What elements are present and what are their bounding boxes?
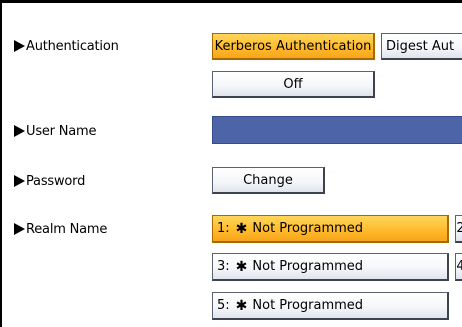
realm-item-text: Not Programmed (252, 298, 364, 313)
realm-name-row-label: Realm Name (14, 219, 107, 239)
realm-item-5-button[interactable]: 5: ✱ Not Programmed (212, 292, 449, 320)
asterisk-icon: ✱ (235, 258, 248, 275)
authentication-off-button[interactable]: Off (212, 71, 375, 98)
asterisk-icon: ✱ (235, 297, 248, 314)
arrow-icon (14, 223, 25, 235)
realm-item-2-button[interactable]: 2 (455, 215, 462, 243)
realm-item-number: 5: (217, 298, 230, 313)
realm-item-1-button[interactable]: 1: ✱ Not Programmed (212, 215, 449, 243)
authentication-label: Authentication (26, 38, 119, 54)
realm-item-2-glyph: 2 (456, 221, 462, 236)
password-change-button[interactable]: Change (212, 167, 325, 194)
user-name-label: User Name (26, 123, 97, 139)
arrow-icon (14, 175, 25, 187)
authentication-row-label: Authentication (14, 36, 119, 56)
arrow-icon (14, 125, 25, 137)
realm-item-4-glyph: 4 (456, 259, 462, 274)
kerberos-authentication-button[interactable]: Kerberos Authentication (212, 33, 375, 60)
digest-authentication-button[interactable]: Digest Aut (381, 33, 462, 60)
window-left-border (0, 0, 2, 327)
user-name-row-label: User Name (14, 121, 97, 141)
realm-item-4-button[interactable]: 4 (455, 253, 462, 281)
realm-item-number: 1: (217, 221, 230, 236)
realm-name-label: Realm Name (26, 221, 108, 237)
window-top-border (0, 0, 462, 3)
password-label: Password (26, 173, 86, 189)
user-name-field[interactable] (212, 116, 462, 144)
arrow-icon (14, 40, 25, 52)
realm-item-text: Not Programmed (252, 221, 364, 236)
realm-item-text: Not Programmed (252, 259, 364, 274)
realm-item-3-button[interactable]: 3: ✱ Not Programmed (212, 253, 449, 281)
password-row-label: Password (14, 171, 85, 191)
realm-item-number: 3: (217, 259, 230, 274)
asterisk-icon: ✱ (235, 220, 248, 237)
